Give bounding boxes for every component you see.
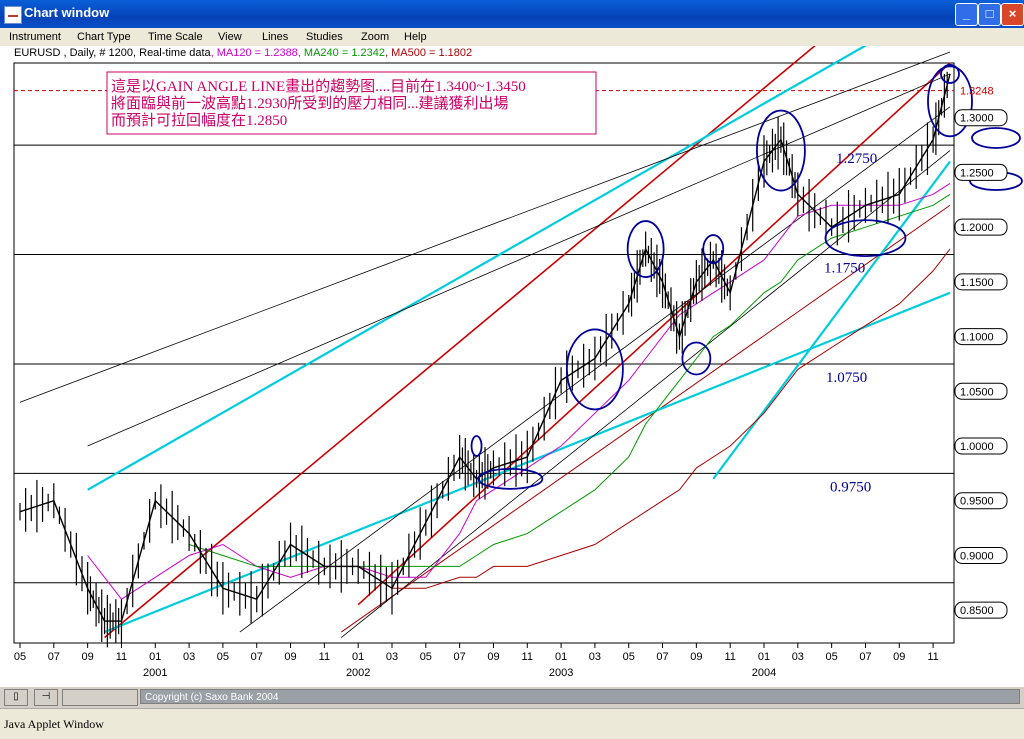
year-label: 2004 bbox=[752, 667, 776, 679]
gain-angle-line bbox=[357, 62, 951, 606]
annotation-line-3: 而預計可拉回幅度在1.2850 bbox=[111, 112, 287, 129]
target-circle bbox=[971, 127, 1021, 149]
menu-instrument[interactable]: Instrument bbox=[9, 31, 61, 43]
x-tick-label: 01 bbox=[758, 651, 770, 663]
level-label: 1.0750 bbox=[826, 370, 867, 386]
y-tick-label: 0.8500 bbox=[960, 605, 994, 617]
x-tick-label: 03 bbox=[792, 651, 804, 663]
x-tick-label: 07 bbox=[859, 651, 871, 663]
x-tick-label: 09 bbox=[690, 651, 702, 663]
x-tick-label: 05 bbox=[623, 651, 635, 663]
level-label: 1.1750 bbox=[824, 261, 865, 277]
menu-view[interactable]: View bbox=[218, 31, 242, 43]
x-tick-label: 07 bbox=[454, 651, 466, 663]
x-tick-label: 03 bbox=[386, 651, 398, 663]
x-tick-label: 05 bbox=[14, 651, 26, 663]
x-tick-label: 01 bbox=[352, 651, 364, 663]
legend-symbol: EURUSD , Daily, # 1200, Real-time data bbox=[14, 47, 212, 59]
y-tick-label: 1.2000 bbox=[960, 222, 994, 234]
y-tick-label: 0.9500 bbox=[960, 496, 994, 508]
x-tick-label: 07 bbox=[656, 651, 668, 663]
price-chart[interactable]: EURUSD , Daily, # 1200, Real-time data, … bbox=[0, 0, 1024, 686]
copyright-text: Copyright (c) Saxo Bank 2004 bbox=[140, 689, 1020, 704]
maximize-button[interactable]: □ bbox=[978, 3, 1001, 26]
x-tick-label: 09 bbox=[284, 651, 296, 663]
highlight-circle bbox=[470, 435, 483, 457]
x-tick-label: 05 bbox=[826, 651, 838, 663]
menu-zoom[interactable]: Zoom bbox=[361, 31, 389, 43]
x-tick-label: 05 bbox=[420, 651, 432, 663]
level-label: 1.2750 bbox=[836, 151, 877, 167]
y-tick-label: 1.3000 bbox=[960, 113, 994, 125]
menu-time-scale[interactable]: Time Scale bbox=[148, 31, 203, 43]
x-tick-label: 09 bbox=[487, 651, 499, 663]
close-button[interactable]: × bbox=[1001, 3, 1024, 26]
x-tick-label: 07 bbox=[251, 651, 263, 663]
x-tick-label: 09 bbox=[893, 651, 905, 663]
menu-chart-type[interactable]: Chart Type bbox=[77, 31, 131, 43]
x-tick-label: 11 bbox=[927, 651, 938, 663]
annotation-box: 這是以GAIN ANGLE LINE畫出的趨勢图....目前在1.3400~1.… bbox=[106, 71, 597, 135]
scroll-left-button[interactable]: ▯ bbox=[4, 689, 28, 706]
crosshair-button[interactable]: ⊣ bbox=[34, 689, 58, 706]
annotation-line-1: 這是以GAIN ANGLE LINE畫出的趨勢图....目前在1.3400~1.… bbox=[111, 78, 526, 95]
y-tick-label: 1.0500 bbox=[960, 386, 994, 398]
legend-ma120: , MA120 = 1.2388 bbox=[211, 47, 298, 59]
menu-studies[interactable]: Studies bbox=[306, 31, 343, 43]
status-field bbox=[62, 689, 138, 706]
y-tick-label: 1.1000 bbox=[960, 332, 994, 344]
minimize-button[interactable]: _ bbox=[955, 3, 978, 26]
applet-bar: Java Applet Window bbox=[0, 708, 1024, 739]
x-tick-label: 11 bbox=[522, 651, 533, 663]
gain-angle-line bbox=[104, 0, 872, 639]
year-label: 2002 bbox=[346, 667, 370, 679]
x-tick-label: 03 bbox=[183, 651, 195, 663]
legend-ma240: , MA240 = 1.2342 bbox=[298, 47, 385, 59]
legend-ma500: , MA500 = 1.1802 bbox=[385, 47, 472, 59]
title-bar: Chart window _ □ × bbox=[0, 0, 1024, 28]
plot-frame bbox=[13, 62, 955, 644]
applet-label: Java Applet Window bbox=[4, 717, 104, 731]
y-tick-label: 1.1500 bbox=[960, 277, 994, 289]
x-tick-label: 11 bbox=[724, 651, 735, 663]
y-tick-label: 1.3248 bbox=[960, 86, 994, 98]
x-tick-label: 11 bbox=[319, 651, 330, 663]
x-tick-label: 03 bbox=[589, 651, 601, 663]
x-tick-label: 05 bbox=[217, 651, 229, 663]
x-tick-label: 07 bbox=[48, 651, 60, 663]
status-bar: ▯ ⊣ Copyright (c) Saxo Bank 2004 bbox=[0, 686, 1024, 707]
x-tick-label: 01 bbox=[555, 651, 567, 663]
annotation-line-2: 將面臨與前一波高點1.2930所受到的壓力相同...建議獲利出場 bbox=[111, 94, 509, 112]
y-tick-label: 1.2500 bbox=[960, 167, 994, 179]
y-tick-label: 1.0000 bbox=[960, 441, 994, 453]
chart-app-icon bbox=[4, 6, 22, 24]
y-tick-label: 0.9000 bbox=[960, 550, 994, 562]
x-tick-label: 01 bbox=[149, 651, 161, 663]
chart-area[interactable]: EURUSD , Daily, # 1200, Real-time data, … bbox=[0, 0, 1024, 686]
x-tick-label: 09 bbox=[82, 651, 94, 663]
year-label: 2001 bbox=[143, 667, 167, 679]
menu-lines[interactable]: Lines bbox=[262, 31, 288, 43]
window-title: Chart window bbox=[24, 5, 110, 20]
year-label: 2003 bbox=[549, 667, 573, 679]
legend: EURUSD , Daily, # 1200, Real-time data, … bbox=[14, 47, 472, 59]
level-label: 0.9750 bbox=[830, 479, 871, 495]
menu-help[interactable]: Help bbox=[404, 31, 427, 43]
x-tick-label: 11 bbox=[116, 651, 127, 663]
angle-fan-line bbox=[341, 150, 951, 638]
menu-bar: Instrument Chart Type Time Scale View Li… bbox=[0, 28, 1024, 46]
channel-line bbox=[712, 160, 951, 480]
